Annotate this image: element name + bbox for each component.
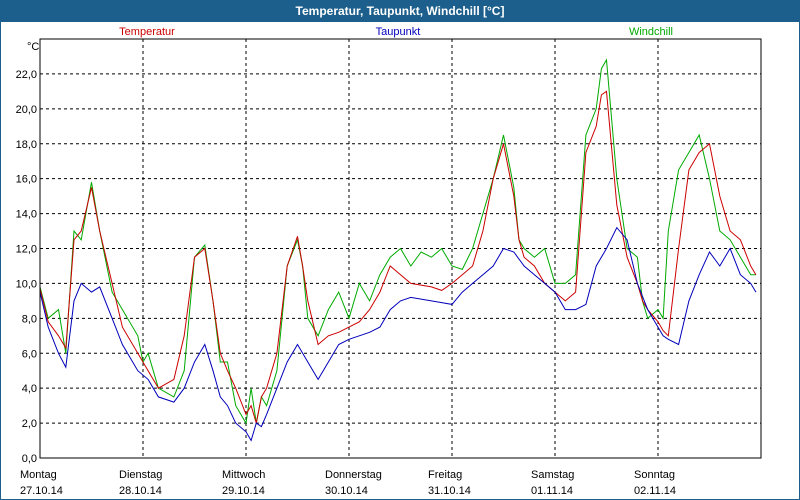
weather-chart: 0,0 2,0 4,0 6,0 8,0 10,0 12,0 14,0 16,0 18,0 20,0 2… [16, 26, 762, 497]
y-tick-label: 12,0 [16, 244, 37, 256]
day-name-label: Donnerstag [325, 469, 382, 481]
series-lines [40, 58, 757, 442]
day-name-label: Mittwoch [222, 469, 265, 481]
legend: Temperatur Taupunkt Windchill [119, 26, 673, 38]
day-name-label: Freitag [428, 469, 462, 481]
day-date-label: 28.10.14 [119, 485, 162, 497]
y-tick-label: 10,0 [16, 278, 37, 290]
y-tick-label: 14,0 [16, 209, 37, 221]
day-name-label: Sonntag [634, 469, 675, 481]
day-name-label: Montag [20, 469, 57, 481]
day-date-label: 29.10.14 [222, 485, 265, 497]
series-line-taupunkt [40, 226, 757, 442]
y-tick-label: 16,0 [16, 174, 37, 186]
y-tick-label: 8,0 [22, 313, 37, 325]
y-tick-label: 18,0 [16, 139, 37, 151]
x-axis: Montag 27.10.14 Dienstag 28.10.14 Mittwoch 29… [20, 469, 676, 497]
day-date-label: 30.10.14 [325, 485, 368, 497]
y-tick-label: 2,0 [22, 418, 37, 430]
legend-temperatur: Temperatur [119, 26, 175, 38]
y-axis: 0,0 2,0 4,0 6,0 8,0 10,0 12,0 14,0 16,0 18,0 20,0 2… [16, 41, 40, 465]
series-line-temperatur [40, 90, 757, 424]
day-date-label: 27.10.14 [20, 485, 63, 497]
y-tick-label: 4,0 [22, 383, 37, 395]
y-tick-label: 20,0 [16, 104, 37, 116]
day-name-label: Dienstag [119, 469, 162, 481]
day-date-label: 31.10.14 [428, 485, 471, 497]
y-unit-label: °C [27, 41, 39, 53]
legend-windchill: Windchill [629, 26, 673, 38]
y-tick-label: 0,0 [22, 453, 37, 465]
day-name-label: Samstag [531, 469, 574, 481]
y-tick-label: 22,0 [16, 69, 37, 81]
y-tick-label: 6,0 [22, 348, 37, 360]
day-date-label: 02.11.14 [634, 485, 676, 497]
legend-taupunkt: Taupunkt [376, 26, 421, 38]
day-date-label: 01.11.14 [531, 485, 573, 497]
